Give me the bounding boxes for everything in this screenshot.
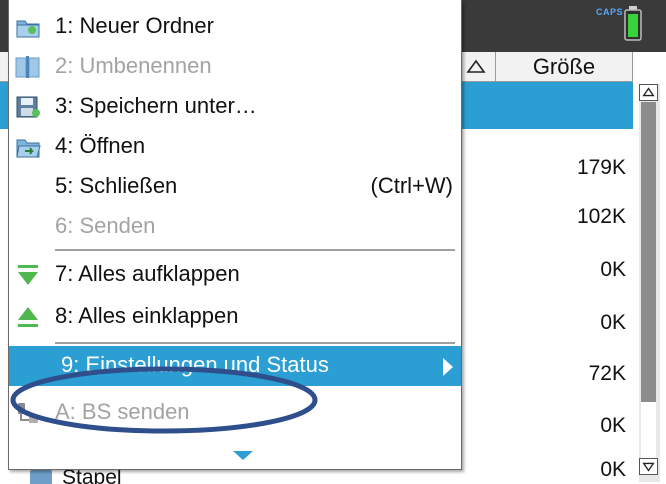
menu-item-label: 7: Alles aufklappen [55,261,240,286]
menu-item-label: 3: Speichern unter… [55,93,257,118]
file-size: 0K [600,414,626,437]
menu-item-label: 1: Neuer Ordner [55,13,214,38]
menu-item-label: 8: Alles einklappen [55,303,239,328]
submenu-arrow-icon [443,358,453,376]
menu-item-save-as[interactable]: 3: Speichern unter… [9,87,461,127]
battery-icon [624,6,642,41]
more-items-down-icon[interactable] [233,451,253,460]
scrollbar-thumb[interactable] [641,102,656,402]
file-size: 0K [600,458,626,481]
menu-item-open[interactable]: 4: Öffnen [9,127,461,167]
rename-icon [15,56,40,78]
collapse-all-icon [18,307,38,327]
menu-item-label: 2: Umbenennen [55,53,212,78]
folder-icon [30,470,52,484]
menu-item-new-folder[interactable]: 1: Neuer Ordner [9,7,461,47]
file-size: 102K [576,205,626,228]
file-size: 0K [600,258,626,281]
new-folder-icon [16,20,40,38]
file-size: 0K [600,311,626,334]
menu-item-expand-all[interactable]: 7: Alles aufklappen [9,255,461,295]
shortcut-label: (Ctrl+W) [370,173,453,198]
highlight-ellipse [10,366,318,434]
file-size: 179K [576,156,626,179]
caps-indicator: CAPS [596,7,624,17]
file-browser-screen: CAPS Größe 179K 102K 0K 0K 72K 0K 0K Sta… [0,0,666,484]
expand-all-icon [18,265,38,285]
size-column-header[interactable]: Größe [496,52,633,82]
menu-item-collapse-all[interactable]: 8: Alles einklappen [9,297,461,337]
scroll-up-icon[interactable] [639,84,658,101]
scroll-down-icon[interactable] [639,458,658,475]
menu-item-close[interactable]: 5: Schließen (Ctrl+W) [9,167,461,207]
menu-item-label: 4: Öffnen [55,133,146,158]
menu-item-send[interactable]: 6: Senden [9,207,461,247]
scrollbar-track[interactable] [641,402,656,458]
menu-separator [55,342,455,344]
file-size: 72K [588,362,626,385]
menu-item-label: 5: Schließen [55,173,178,198]
save-as-icon [16,96,40,118]
sort-ascending-icon[interactable] [466,57,486,77]
open-folder-icon [16,139,41,158]
menu-item-label: 6: Senden [55,213,156,238]
menu-separator [55,249,455,251]
menu-item-rename[interactable]: 2: Umbenennen [9,47,461,87]
